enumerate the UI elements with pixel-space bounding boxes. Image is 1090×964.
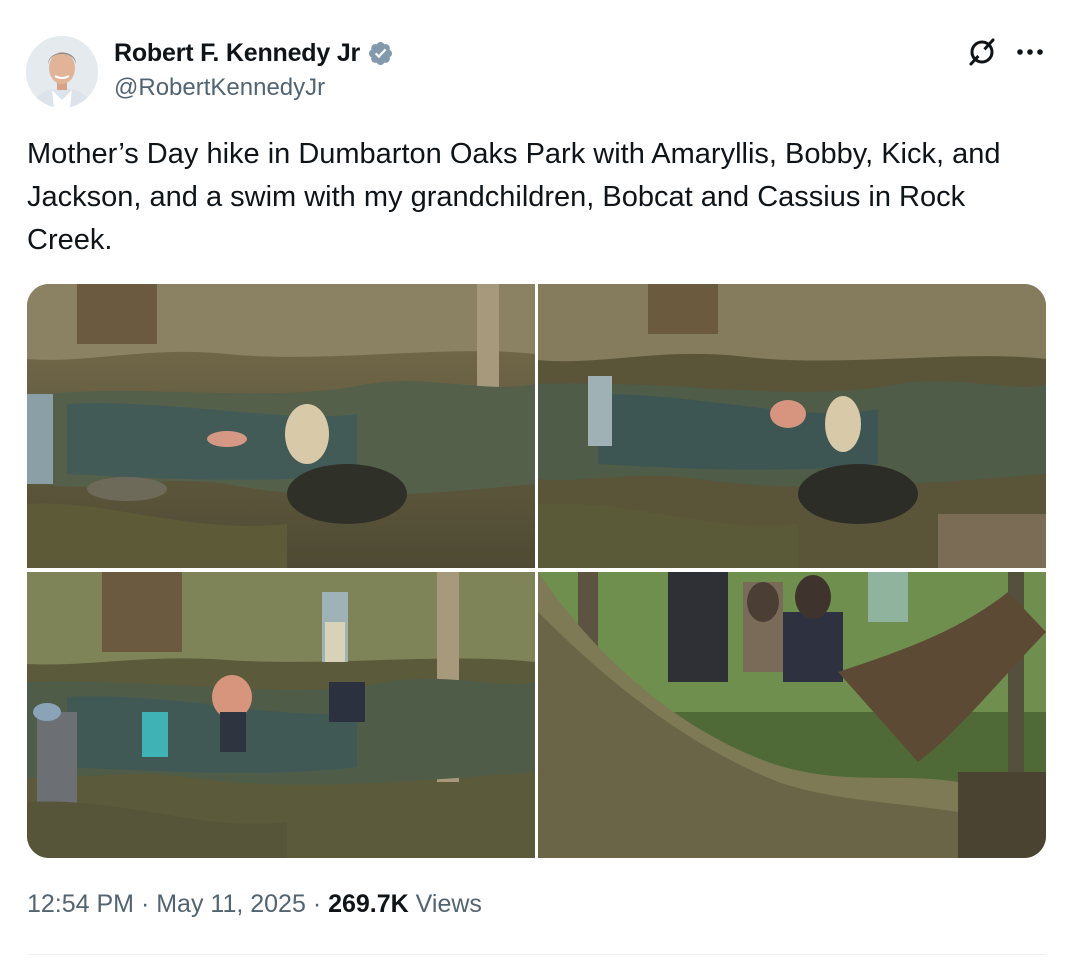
more-horizontal-icon[interactable] — [1015, 44, 1045, 60]
photo-creek-family[interactable] — [27, 572, 535, 858]
grok-icon[interactable] — [966, 36, 998, 68]
author-display-name[interactable]: Robert F. Kennedy Jr — [114, 39, 360, 68]
tweet-meta: 12:54 PM · May 11, 2025 · 269.7K Views — [27, 890, 482, 919]
photo-creek-water[interactable] — [538, 284, 1046, 568]
verified-badge-icon[interactable] — [367, 40, 394, 67]
photo-creek-stones[interactable] — [27, 284, 535, 568]
meta-separator: · — [305, 890, 329, 918]
post-date[interactable]: May 11, 2025 — [156, 890, 306, 919]
tweet: Robert F. Kennedy Jr @RobertKennedyJr Mo… — [0, 0, 1090, 964]
views-label: Views — [408, 890, 482, 918]
photo-fallen-tree[interactable] — [538, 572, 1046, 858]
views-count: 269.7K — [328, 890, 409, 918]
profile-photo — [26, 36, 98, 108]
divider — [27, 954, 1046, 955]
media-grid — [27, 284, 1046, 858]
post-time[interactable]: 12:54 PM — [27, 890, 134, 919]
tweet-text: Mother’s Day hike in Dumbarton Oaks Park… — [27, 138, 1001, 256]
author-handle[interactable]: @RobertKennedyJr — [114, 74, 325, 102]
author-avatar[interactable] — [26, 36, 98, 108]
author-name-row: Robert F. Kennedy Jr — [114, 36, 394, 70]
meta-separator: · — [134, 890, 157, 918]
